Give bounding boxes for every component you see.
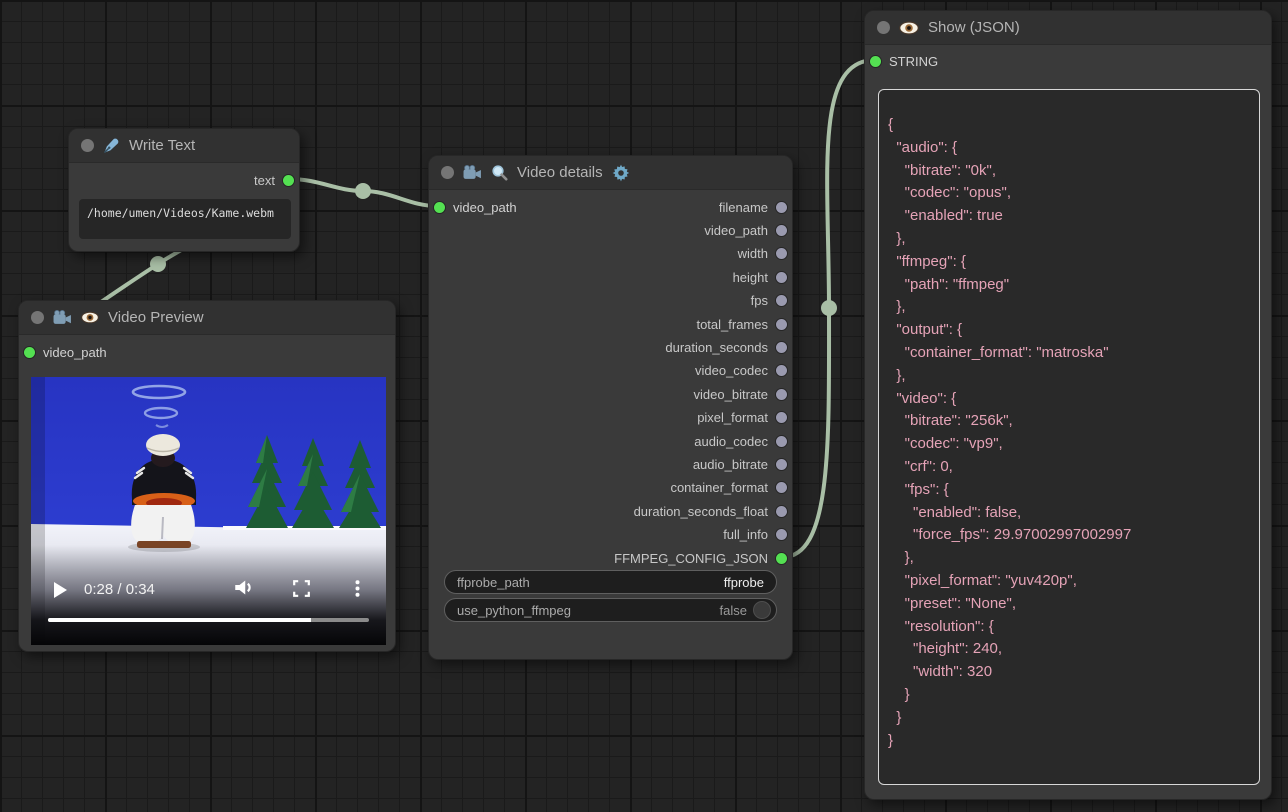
progress-fill <box>48 618 311 622</box>
output-label: filename <box>719 200 768 215</box>
magnifier-icon <box>491 164 508 181</box>
output-label: width <box>738 246 768 261</box>
node-title: Write Text <box>129 137 195 154</box>
output-port[interactable] <box>776 365 787 376</box>
input-port-video-path[interactable] <box>24 347 35 358</box>
text-input[interactable]: /home/umen/Videos/Kame.webm <box>79 199 291 239</box>
output-label: full_info <box>723 527 768 542</box>
collapse-dot[interactable] <box>31 311 44 324</box>
output-port[interactable] <box>776 319 787 330</box>
node-title: Video details <box>517 164 603 181</box>
output-label: video_codec <box>695 363 768 378</box>
node-show-json[interactable]: Show (JSON) STRING { "audio": { "bitrate… <box>864 10 1272 800</box>
node-header[interactable]: Show (JSON) <box>865 11 1271 45</box>
reroute-dot[interactable] <box>150 256 166 272</box>
node-video-details[interactable]: Video details video_path filename video_… <box>428 155 793 660</box>
widget-value: false <box>720 603 747 618</box>
output-label: fps <box>751 293 768 308</box>
input-label-video-path: video_path <box>453 200 517 215</box>
input-label-video-path: video_path <box>43 345 107 360</box>
output-port[interactable] <box>776 459 787 470</box>
widget-label: use_python_ffmpeg <box>457 603 720 618</box>
widget-use-python-ffmpeg[interactable]: use_python_ffmpeg false <box>444 598 777 622</box>
output-label-ffmpeg-config-json: FFMPEG_CONFIG_JSON <box>614 551 768 566</box>
output-label-text: text <box>254 173 275 188</box>
output-port[interactable] <box>776 506 787 517</box>
node-title: Show (JSON) <box>928 19 1020 36</box>
video-progress-bar[interactable] <box>48 618 369 622</box>
node-write-text[interactable]: Write Text text /home/umen/Videos/Kame.w… <box>68 128 300 252</box>
output-port[interactable] <box>776 272 787 283</box>
camera-icon <box>53 310 72 325</box>
output-port[interactable] <box>776 529 787 540</box>
output-port[interactable] <box>776 342 787 353</box>
node-header[interactable]: Write Text <box>69 129 299 163</box>
play-icon[interactable] <box>54 582 67 598</box>
widget-label: ffprobe_path <box>457 575 724 590</box>
output-port[interactable] <box>776 295 787 306</box>
node-title: Video Preview <box>108 309 204 326</box>
output-label: container_format <box>670 480 768 495</box>
volume-icon[interactable] <box>234 580 254 600</box>
more-icon[interactable] <box>355 580 360 602</box>
node-header[interactable]: Video details <box>429 156 792 190</box>
output-label: video_path <box>704 223 768 238</box>
eye-icon <box>81 311 99 324</box>
output-label: audio_codec <box>694 434 768 449</box>
output-port[interactable] <box>776 482 787 493</box>
collapse-dot[interactable] <box>441 166 454 179</box>
node-video-preview[interactable]: Video Preview video_path <box>18 300 396 652</box>
output-label: video_bitrate <box>694 387 768 402</box>
json-display[interactable]: { "audio": { "bitrate": "0k", "codec": "… <box>878 89 1260 785</box>
node-header[interactable]: Video Preview <box>19 301 395 335</box>
input-port-video-path[interactable] <box>434 202 445 213</box>
output-port-text[interactable] <box>283 175 294 186</box>
output-port[interactable] <box>776 412 787 423</box>
video-player[interactable]: 0:28 / 0:34 <box>31 377 386 645</box>
collapse-dot[interactable] <box>877 21 890 34</box>
toggle-knob[interactable] <box>753 601 771 619</box>
gear-icon[interactable] <box>612 164 630 182</box>
input-port-string[interactable] <box>870 56 881 67</box>
json-content: { "audio": { "bitrate": "0k", "codec": "… <box>888 114 1249 752</box>
output-port[interactable] <box>776 389 787 400</box>
output-port[interactable] <box>776 248 787 259</box>
video-time: 0:28 / 0:34 <box>84 581 155 598</box>
output-label: duration_seconds_float <box>634 504 768 519</box>
output-label: total_frames <box>696 317 768 332</box>
output-port[interactable] <box>776 436 787 447</box>
collapse-dot[interactable] <box>81 139 94 152</box>
input-label-string: STRING <box>889 54 938 69</box>
fullscreen-icon[interactable] <box>293 580 310 602</box>
reroute-dot[interactable] <box>355 183 371 199</box>
output-port[interactable] <box>776 225 787 236</box>
pen-icon <box>103 137 120 154</box>
output-label: height <box>733 270 768 285</box>
camera-icon <box>463 165 482 180</box>
output-label: pixel_format <box>697 410 768 425</box>
widget-value: ffprobe <box>724 575 764 590</box>
widget-ffprobe-path[interactable]: ffprobe_path ffprobe <box>444 570 777 594</box>
output-label: duration_seconds <box>665 340 768 355</box>
reroute-dot[interactable] <box>821 300 837 316</box>
output-label: audio_bitrate <box>693 457 768 472</box>
output-port-ffmpeg-config-json[interactable] <box>776 553 787 564</box>
output-port[interactable] <box>776 202 787 213</box>
eye-icon <box>899 21 919 35</box>
